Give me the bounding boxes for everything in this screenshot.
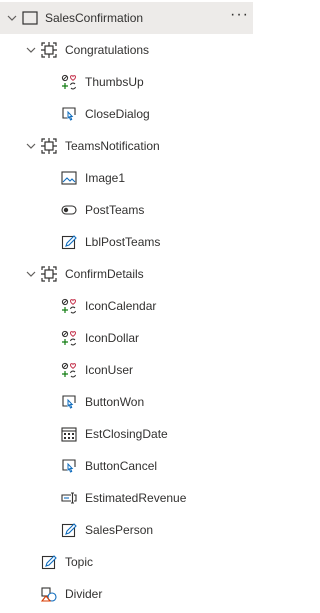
tree-item-label: IconUser [85,363,134,377]
button-control-icon [62,107,76,121]
tree-item-salesperson[interactable]: SalesPerson [0,514,253,546]
tree-item-label: TeamsNotification [65,139,160,153]
tree-item-label: ButtonWon [85,395,145,409]
tree-item-iconcalendar[interactable]: IconCalendar [0,290,253,322]
chevron-down-icon[interactable] [25,140,37,152]
screen-icon [22,11,38,25]
tree-item-estclosingdate[interactable]: EstClosingDate [0,418,253,450]
tree-item-label: ConfirmDetails [65,267,144,281]
tree-item-icondollar[interactable]: IconDollar [0,322,253,354]
tree-item-label: ThumbsUp [85,75,144,89]
button-control-icon [62,459,76,473]
tree-item-label: Congratulations [65,43,150,57]
more-options-button[interactable]: ··· [230,7,249,23]
tree-item-label: CloseDialog [85,107,150,121]
text-input-icon [61,492,77,504]
tree-item-closedialog[interactable]: CloseDialog [0,98,253,130]
tree-item-label: EstClosingDate [85,427,168,441]
tree-item-lblpostteams[interactable]: LblPostTeams [0,226,253,258]
date-picker-icon [61,427,77,442]
button-control-icon [62,395,76,409]
tree-item-salesconfirmation[interactable]: SalesConfirmation ··· [0,2,253,34]
icon-control-icon [61,74,77,90]
label-edit-icon [41,555,57,570]
tree-item-label: EstimatedRevenue [85,491,187,505]
tree-item-label: PostTeams [85,203,145,217]
tree-item-estimatedrevenue[interactable]: EstimatedRevenue [0,482,253,514]
icon-control-icon [61,330,77,346]
icon-control-icon [61,298,77,314]
image-icon [61,171,77,185]
tree-item-buttoncancel[interactable]: ButtonCancel [0,450,253,482]
tree-item-topic[interactable]: Topic [0,546,253,578]
tree-item-thumbsup[interactable]: ThumbsUp [0,66,253,98]
tree-item-label: SalesConfirmation [45,11,144,25]
group-icon [41,42,57,58]
chevron-down-icon[interactable] [25,268,37,280]
icon-control-icon [61,362,77,378]
tree-item-label: Topic [65,555,94,569]
tree-item-buttonwon[interactable]: ButtonWon [0,386,253,418]
chevron-down-icon[interactable] [6,12,18,24]
tree-item-label: ButtonCancel [85,459,158,473]
toggle-icon [61,205,77,215]
tree-item-label: SalesPerson [85,523,154,537]
tree-item-divider[interactable]: Divider [0,578,253,610]
group-icon [41,138,57,154]
tree-item-label: Image1 [85,171,126,185]
tree-item-label: IconDollar [85,331,140,345]
tree-item-confirmdetails[interactable]: ConfirmDetails [0,258,253,290]
label-edit-icon [61,523,77,538]
tree-item-label: IconCalendar [85,299,157,313]
tree-item-teamsnotification[interactable]: TeamsNotification [0,130,253,162]
tree-item-congratulations[interactable]: Congratulations [0,34,253,66]
tree-item-iconuser[interactable]: IconUser [0,354,253,386]
chevron-down-icon[interactable] [25,44,37,56]
tree-item-postteams[interactable]: PostTeams [0,194,253,226]
shapes-icon [41,587,57,602]
tree-item-label: Divider [65,587,103,601]
tree-item-label: LblPostTeams [85,235,161,249]
label-edit-icon [61,235,77,250]
tree-item-image1[interactable]: Image1 [0,162,253,194]
group-icon [41,266,57,282]
